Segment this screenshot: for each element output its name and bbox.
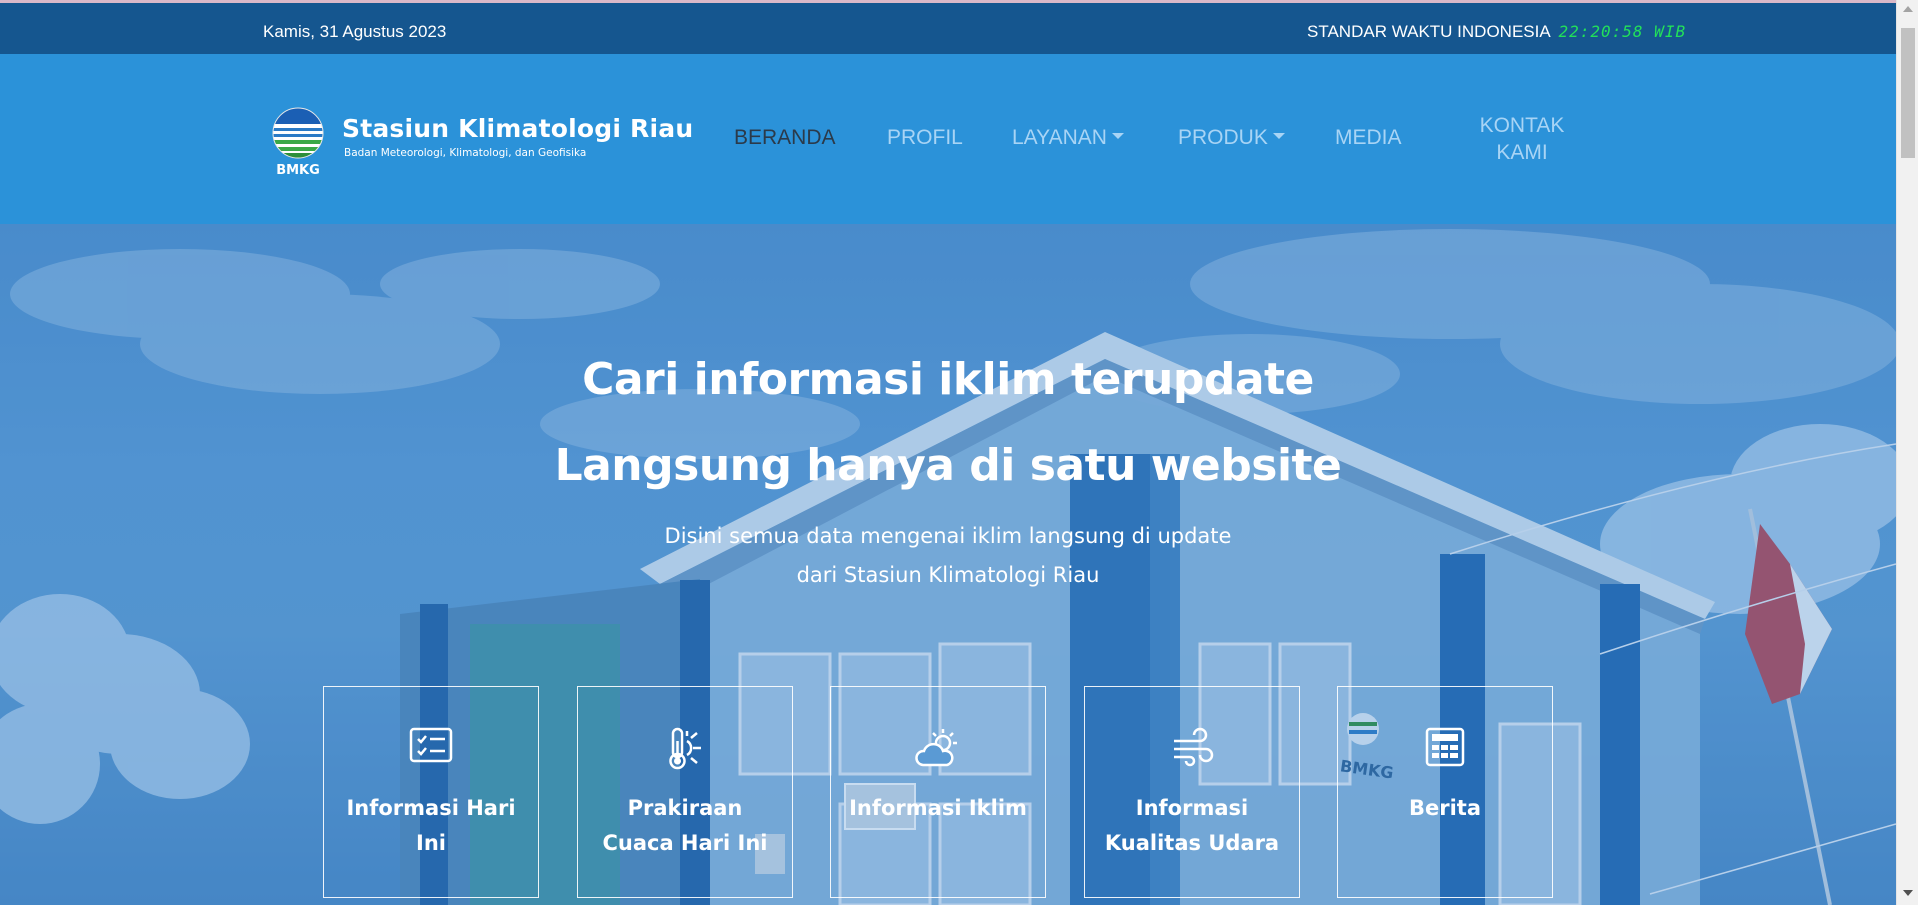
card-berita[interactable]: Berita: [1337, 686, 1553, 898]
thermometer-sun-icon: [578, 727, 792, 771]
nav-produk-label: PRODUK: [1178, 126, 1268, 149]
nav-media[interactable]: MEDIA: [1335, 126, 1402, 150]
hero-subtitle-line1: Disini semua data mengenai iklim langsun…: [664, 524, 1232, 548]
scroll-down-arrow-icon[interactable]: [1903, 890, 1913, 896]
wind-icon: [1085, 727, 1299, 771]
bmkg-logo[interactable]: BMKG: [270, 106, 326, 178]
card-label-line1: Informasi: [1135, 796, 1249, 820]
scroll-up-arrow-icon[interactable]: [1903, 6, 1913, 12]
nav-layanan-label: LAYANAN: [1012, 126, 1107, 149]
card-informasi-iklim[interactable]: Informasi Iklim: [830, 686, 1046, 898]
digital-clock: 22:20:58 WIB: [1558, 22, 1687, 41]
hero-subtitle-line2: dari Stasiun Klimatologi Riau: [796, 563, 1100, 587]
page-scrollbar[interactable]: [1896, 0, 1918, 905]
card-label-line1: Berita: [1408, 796, 1481, 820]
time-display: STANDAR WAKTU INDONESIA 22:20:58 WIB: [1307, 22, 1686, 42]
card-kualitas-udara[interactable]: Informasi Kualitas Udara: [1084, 686, 1300, 898]
sun-cloud-icon: [831, 727, 1045, 771]
scrollbar-thumb[interactable]: [1901, 28, 1915, 158]
card-informasi-hari-ini[interactable]: Informasi Hari Ini: [323, 686, 539, 898]
card-label-line2: Kualitas Udara: [1104, 831, 1280, 855]
hero-section: BMKG Cari informasi iklim terupdate Lang…: [0, 224, 1896, 905]
site-title[interactable]: Stasiun Klimatologi Riau: [342, 114, 693, 143]
checklist-icon: [324, 727, 538, 771]
current-date: Kamis, 31 Agustus 2023: [263, 22, 447, 41]
site-subtitle: Badan Meteorologi, Klimatologi, dan Geof…: [344, 147, 587, 159]
card-label-line1: Prakiraan: [627, 796, 743, 820]
nav-produk[interactable]: PRODUK: [1178, 126, 1285, 150]
hero-title-line2: Langsung hanya di satu website: [554, 440, 1342, 491]
nav-layanan[interactable]: LAYANAN: [1012, 126, 1124, 150]
card-label-line2: Cuaca Hari Ini: [602, 831, 768, 855]
nav-profil[interactable]: PROFIL: [887, 126, 963, 150]
card-label-line1: Informasi Iklim: [849, 796, 1027, 820]
card-label-line1: Informasi Hari: [346, 796, 516, 820]
site-header: BMKG Stasiun Klimatologi Riau Badan Mete…: [0, 54, 1896, 224]
nav-kontak-line2: KAMI: [1496, 141, 1548, 164]
time-zone-label: STANDAR WAKTU INDONESIA: [1307, 22, 1550, 41]
nav-kontak-line1: KONTAK: [1479, 114, 1565, 137]
top-info-bar: Kamis, 31 Agustus 2023 STANDAR WAKTU IND…: [0, 3, 1896, 54]
card-label-line2: Ini: [416, 831, 446, 855]
hero-title-line1: Cari informasi iklim terupdate: [582, 354, 1314, 405]
chevron-down-icon: [1272, 133, 1285, 140]
logo-wordmark: BMKG: [276, 163, 320, 178]
newspaper-icon: [1338, 727, 1552, 771]
nav-kontak-kami[interactable]: KONTAK KAMI: [1470, 112, 1574, 166]
chevron-down-icon: [1111, 133, 1124, 140]
card-prakiraan-cuaca[interactable]: Prakiraan Cuaca Hari Ini: [577, 686, 793, 898]
nav-beranda[interactable]: BERANDA: [734, 126, 836, 150]
